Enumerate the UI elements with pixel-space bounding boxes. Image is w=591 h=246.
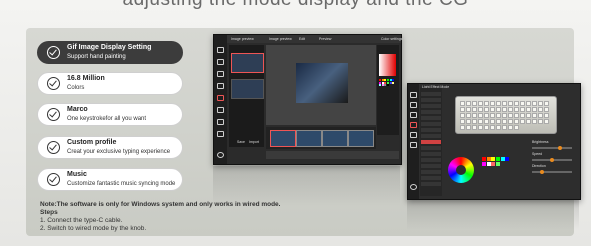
speed-label: Speed xyxy=(532,152,543,156)
feature-title: Music xyxy=(67,171,87,178)
list-item[interactable] xyxy=(421,158,441,162)
step-2: 2. Switch to wired mode by the knob. xyxy=(40,225,147,232)
feature-custom-profile[interactable]: Custom profile Creat your exclusive typi… xyxy=(37,136,183,159)
feature-subtitle: Support hand painting xyxy=(67,54,126,60)
keyboard-keys xyxy=(459,100,553,130)
feature-title: 16.8 Million xyxy=(67,75,105,82)
keyboard-icon[interactable] xyxy=(217,59,224,65)
check-circle-icon xyxy=(47,77,60,90)
color-wheel[interactable] xyxy=(448,157,474,183)
image-thumb[interactable] xyxy=(231,79,264,99)
effect-mode-list xyxy=(420,88,442,196)
image-list: Save Import xyxy=(229,45,264,147)
frame-thumb[interactable] xyxy=(348,130,374,147)
keyboard-preview[interactable] xyxy=(455,96,557,134)
frame-thumb[interactable] xyxy=(322,130,348,147)
window-reflection xyxy=(213,166,400,206)
feature-subtitle: Customize fantastic music syncing mode xyxy=(67,181,176,187)
frame-thumb[interactable] xyxy=(296,130,322,147)
color-panel xyxy=(377,45,399,135)
color-gradient-picker[interactable] xyxy=(379,54,396,76)
lightbulb-icon[interactable] xyxy=(217,83,224,89)
tab-preview[interactable]: Preview xyxy=(319,37,331,41)
image-thumb[interactable] xyxy=(231,53,264,73)
list-item-selected[interactable] xyxy=(421,140,441,144)
list-item[interactable] xyxy=(421,122,441,126)
list-item[interactable] xyxy=(421,152,441,156)
import-button[interactable]: Import xyxy=(249,140,259,144)
image-canvas[interactable] xyxy=(266,45,376,125)
list-item[interactable] xyxy=(421,176,441,180)
image-preview xyxy=(296,63,348,103)
feature-subtitle: Colors xyxy=(67,85,85,91)
frame-strip xyxy=(266,127,376,149)
home-icon[interactable] xyxy=(217,47,224,53)
app-window-light-effect: Light Effect Mode Brightness Speed Direc… xyxy=(407,83,581,200)
timeline-bar[interactable] xyxy=(266,151,399,159)
lightbulb-icon[interactable] xyxy=(410,122,417,128)
list-item[interactable] xyxy=(421,104,441,108)
list-item[interactable] xyxy=(421,134,441,138)
gif-icon[interactable] xyxy=(217,95,224,101)
check-circle-icon xyxy=(47,141,60,154)
home-icon[interactable] xyxy=(410,92,417,98)
image-icon[interactable] xyxy=(217,71,224,77)
speed-slider[interactable] xyxy=(532,158,572,162)
feature-colors[interactable]: 16.8 Million Colors xyxy=(37,72,183,95)
list-item[interactable] xyxy=(421,98,441,102)
app-sidebar xyxy=(214,35,227,164)
brightness-label: Brightness xyxy=(532,140,549,144)
app-sidebar xyxy=(408,84,419,199)
feature-title: Gif Image Display Setting xyxy=(67,44,152,51)
profile-icon[interactable] xyxy=(217,131,224,137)
feature-macro[interactable]: Marco One keystrokefor all you want xyxy=(37,103,183,126)
tab-image-preview[interactable]: Image preview xyxy=(269,37,292,41)
tab-edit[interactable]: Edit xyxy=(299,37,305,41)
steps-title: Steps xyxy=(40,209,58,216)
page-headline: adjusting the mode display and the CG xyxy=(0,0,591,11)
list-item[interactable] xyxy=(421,182,441,186)
list-item[interactable] xyxy=(421,110,441,114)
settings-icon[interactable] xyxy=(217,152,224,158)
keyboard-icon[interactable] xyxy=(410,102,417,108)
list-item[interactable] xyxy=(421,170,441,174)
brightness-slider[interactable] xyxy=(532,146,572,150)
left-header: Image preview xyxy=(231,37,254,41)
color-panel-title: Color settings xyxy=(381,37,403,41)
macro-icon[interactable] xyxy=(217,107,224,113)
window-reflection xyxy=(407,200,579,230)
image-icon[interactable] xyxy=(410,112,417,118)
list-item[interactable] xyxy=(421,128,441,132)
direction-slider[interactable] xyxy=(532,170,572,174)
feature-subtitle: One keystrokefor all you want xyxy=(67,116,147,122)
app-topbar: Image preview Image preview Edit Preview… xyxy=(227,35,403,43)
check-circle-icon xyxy=(47,108,60,121)
color-swatches[interactable] xyxy=(482,157,510,166)
frame-thumb[interactable] xyxy=(270,130,296,147)
gif-icon[interactable] xyxy=(410,132,417,138)
settings-icon[interactable] xyxy=(410,184,417,190)
music-icon[interactable] xyxy=(217,119,224,125)
list-item[interactable] xyxy=(421,116,441,120)
list-item[interactable] xyxy=(421,164,441,168)
app-window-image-editor: Image preview Image preview Edit Preview… xyxy=(213,34,402,165)
list-item[interactable] xyxy=(421,92,441,96)
feature-title: Marco xyxy=(67,106,88,113)
feature-gif-display[interactable]: Gif Image Display Setting Support hand p… xyxy=(37,41,183,64)
step-1: 1. Connect the type-C cable. xyxy=(40,217,123,224)
color-swatches[interactable] xyxy=(379,79,397,87)
direction-label: Direction xyxy=(532,164,546,168)
feature-subtitle: Creat your exclusive typing experience xyxy=(67,149,171,155)
check-circle-icon xyxy=(47,173,60,186)
music-icon[interactable] xyxy=(410,142,417,148)
feature-music[interactable]: Music Customize fantastic music syncing … xyxy=(37,168,183,191)
check-circle-icon xyxy=(47,46,60,59)
list-item[interactable] xyxy=(421,146,441,150)
feature-title: Custom profile xyxy=(67,139,117,146)
save-button[interactable]: Save xyxy=(237,140,245,144)
